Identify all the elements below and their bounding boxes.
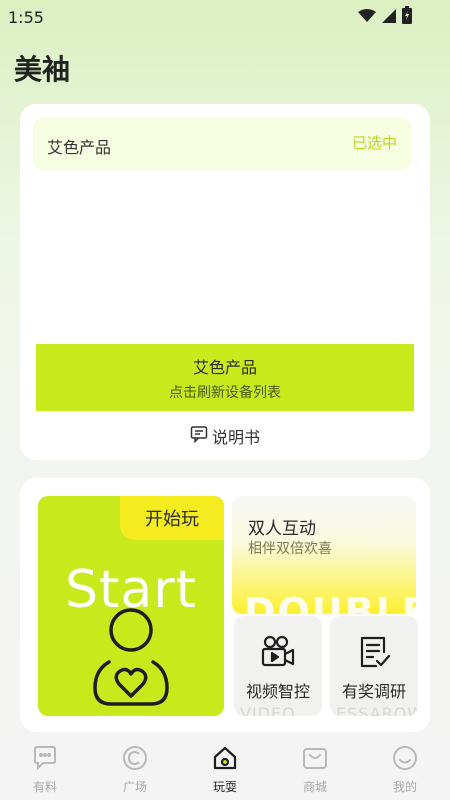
start-play-card[interactable]: 开始玩 Start (38, 496, 224, 716)
chat-bubble-icon (31, 744, 59, 776)
battery-icon (402, 6, 412, 28)
survey-ghost-word: ESSAROW (336, 704, 418, 716)
survey-label: 有奖调研 (341, 682, 406, 701)
video-control-card[interactable]: 视频智控 VIDEO (234, 616, 322, 716)
manual-link[interactable]: 说明书 (20, 422, 430, 450)
person-heart-icon (81, 604, 181, 712)
nav-item-square[interactable]: 广场 (90, 738, 180, 800)
nav-item-shop[interactable]: 商城 (270, 738, 360, 800)
start-play-tab: 开始玩 (120, 496, 224, 540)
survey-document-icon (356, 634, 392, 674)
copyright-circle-icon (121, 744, 149, 776)
status-icons (358, 6, 412, 28)
double-interaction-card[interactable]: 双人互动 相伴双倍欢喜 DOUBLE (232, 496, 416, 614)
shop-icon (301, 744, 329, 776)
survey-card[interactable]: 有奖调研 ESSAROW (330, 616, 418, 716)
double-title: 双人互动 (248, 519, 316, 539)
device-card: 艾色产品 已选中 艾色产品 点击刷新设备列表 说明书 (20, 104, 430, 460)
message-icon (190, 425, 208, 447)
nav-item-feed[interactable]: 有料 (0, 738, 90, 800)
refresh-button-subtitle: 点击刷新设备列表 (169, 384, 281, 401)
nav-label-shop: 商城 (302, 780, 327, 794)
bottom-nav: 有料 广场 玩耍 商城 我的 (0, 738, 450, 800)
signal-icon (382, 8, 396, 27)
video-control-label: 视频智控 (245, 682, 310, 701)
double-word: DOUBLE (244, 590, 416, 614)
start-play-label: 开始玩 (145, 509, 199, 530)
refresh-devices-button[interactable]: 艾色产品 点击刷新设备列表 (36, 344, 414, 411)
nav-label-play: 玩耍 (212, 780, 237, 794)
nav-label-feed: 有料 (32, 780, 57, 794)
nav-label-me: 我的 (392, 780, 417, 794)
home-icon (211, 744, 239, 776)
wifi-icon (358, 8, 376, 27)
status-bar: 1:55 (0, 0, 450, 34)
selected-status: 已选中 (351, 134, 397, 152)
double-subtitle: 相伴双倍欢喜 (248, 541, 332, 557)
nav-label-square: 广场 (122, 780, 147, 794)
status-time: 1:55 (8, 8, 44, 27)
video-camera-icon (260, 634, 296, 674)
nav-item-play[interactable]: 玩耍 (180, 738, 270, 800)
play-card: 开始玩 Start 双人互动 相伴双倍欢喜 DOUBLE 视频智控 VIDEO (20, 478, 430, 732)
video-ghost-word: VIDEO (240, 704, 296, 716)
smile-icon (391, 744, 419, 776)
product-name: 艾色产品 (47, 138, 112, 157)
product-item[interactable]: 艾色产品 已选中 (33, 118, 411, 170)
manual-label: 说明书 (211, 428, 260, 447)
app-title: 美袖 (14, 53, 71, 86)
nav-item-me[interactable]: 我的 (360, 738, 450, 800)
refresh-button-title: 艾色产品 (192, 357, 257, 377)
